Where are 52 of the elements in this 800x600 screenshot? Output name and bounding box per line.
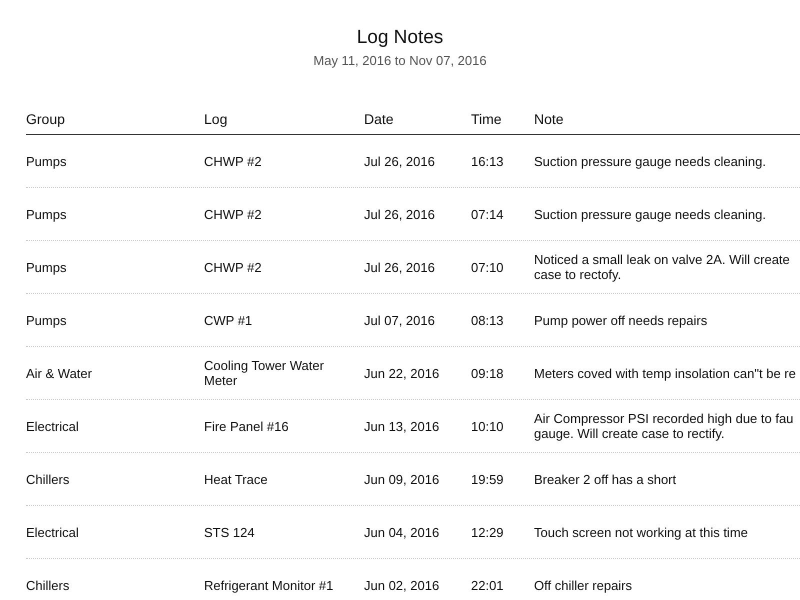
table-cell-text: CHWP #2 (204, 260, 263, 274)
table-cell-text: Cooling Tower Water Meter (204, 358, 325, 388)
table-cell-text: Heat Trace (204, 472, 269, 486)
column-header: Time (471, 112, 503, 127)
table-cell-text: 19:59 (471, 472, 505, 486)
table-cell-text: Fire Panel #16 (204, 418, 290, 434)
table-cell-text: Jun 22, 2016 (364, 366, 440, 380)
table-cell-text: Jun 04, 2016 (364, 524, 440, 540)
table-cell-text: Suction pressure gauge needs cleaning. (534, 154, 767, 168)
table-cell-text: Breaker 2 off has a short (534, 472, 678, 486)
column-header: Date (364, 112, 395, 127)
table-cell-text: Off chiller repairs (534, 578, 634, 592)
table-cell-text: Touch screen not working at this time (534, 524, 749, 540)
table-cell-text: Jul 26, 2016 (364, 154, 436, 168)
table-cell-text: STS 124 (204, 524, 256, 540)
table-cell-text: 22:01 (471, 578, 505, 592)
table-cell-text: 12:29 (471, 524, 505, 540)
column-header: Log (204, 112, 228, 127)
table-cell-text: Pumps (26, 206, 68, 222)
table-cell-text: Jun 13, 2016 (364, 418, 440, 434)
column-header: Note (534, 112, 565, 127)
table-cell-text: Chillers (26, 578, 70, 592)
table-cell-text: 07:10 (471, 260, 505, 274)
table-cell-text: 08:13 (471, 312, 505, 328)
table-cell-text: 09:18 (471, 366, 505, 380)
table-cell-text: CHWP #2 (204, 154, 263, 168)
table-cell-text: Jul 26, 2016 (364, 260, 436, 274)
table-cell-text: CHWP #2 (204, 206, 263, 222)
table-cell-text: Meters coved with temp insolation can"t be re (534, 366, 797, 380)
table-cell-text: Air Compressor PSI recorded high due to fau gauge. Will create case to rectify. (534, 411, 794, 441)
table-cell-text: Jun 02, 2016 (364, 578, 440, 592)
table-cell-text: CWP #1 (204, 312, 254, 328)
table-cell-text: Pumps (26, 260, 68, 274)
table-cell-text: Jul 26, 2016 (364, 206, 436, 222)
table-cell-text: Pump power off needs repairs (534, 312, 708, 328)
table-cell-text: Suction pressure gauge needs cleaning. (534, 206, 767, 222)
table-cell-text: Electrical (26, 418, 80, 434)
table-cell-text: 10:10 (471, 418, 505, 434)
column-header: Group (26, 112, 66, 127)
table-cell-text: Jul 07, 2016 (364, 312, 436, 328)
table-cell-text: Pumps (26, 312, 68, 328)
table-cell-text: Refrigerant Monitor #1 (204, 578, 334, 592)
table-cell-text: 07:14 (471, 206, 505, 222)
table-cell-text: Chillers (26, 472, 70, 486)
table-cell-text: Jun 09, 2016 (364, 472, 440, 486)
report-title: Log Notes (356, 27, 444, 49)
table-cell-text: Noticed a small leak on valve 2A. Will create case to rectofy. (534, 252, 791, 282)
table-cell-text: Pumps (26, 154, 68, 168)
table-cell-text: 16:13 (471, 154, 505, 168)
date-range: May 11, 2016 to Nov 07, 2016 (313, 53, 487, 68)
table-cell-text: Electrical (26, 524, 80, 540)
table-cell-text: Air & Water (26, 366, 93, 380)
